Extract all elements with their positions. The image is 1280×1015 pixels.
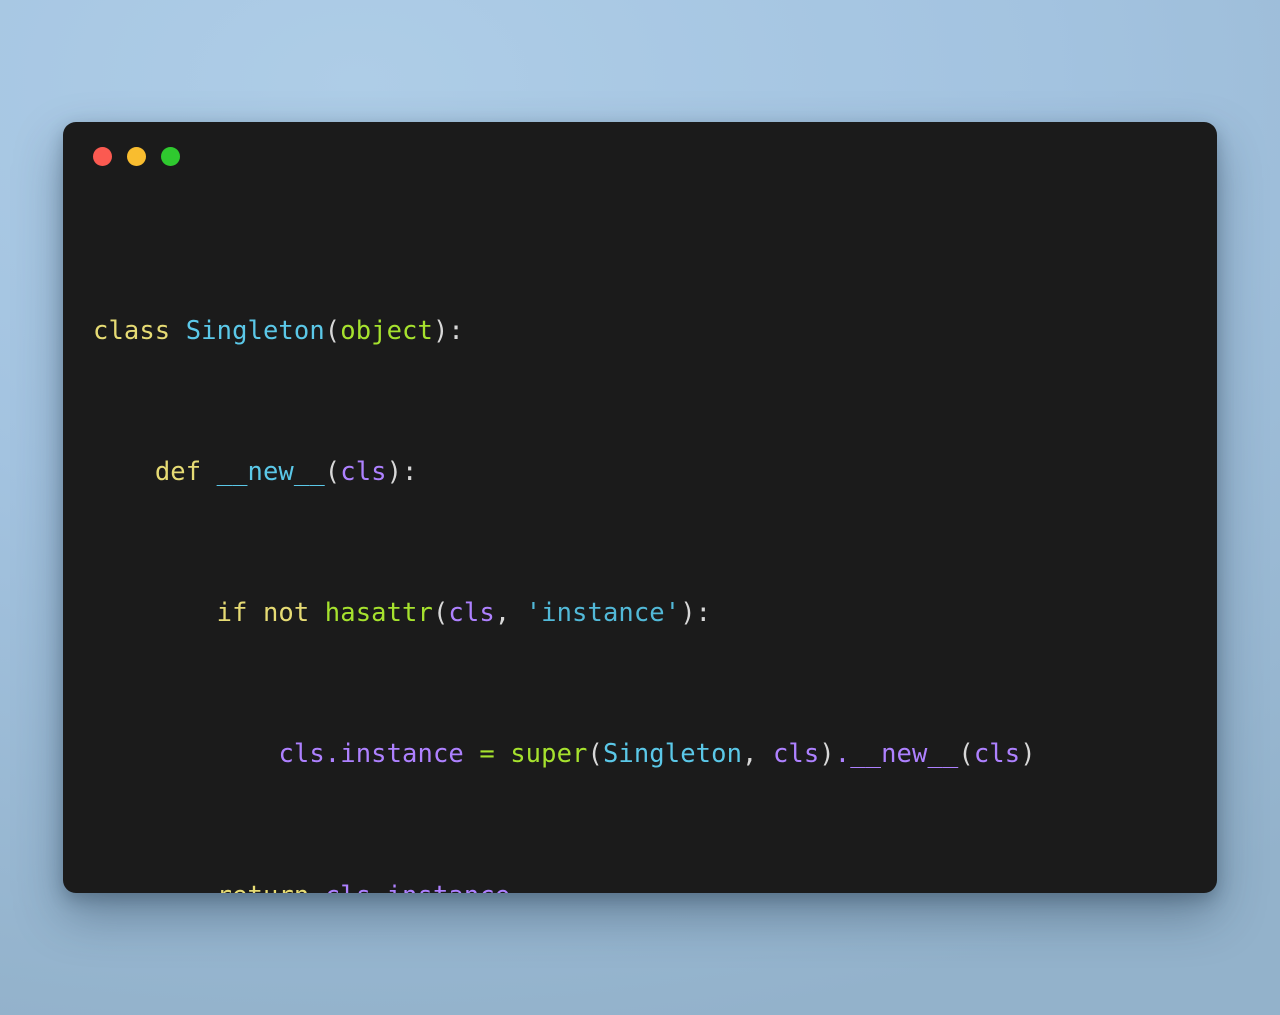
string-instance: 'instance' (525, 598, 681, 629)
paren-open: ( (432, 598, 449, 629)
arg-cls: cls (448, 598, 495, 629)
keyword-class: class (93, 315, 171, 346)
arg-singleton: Singleton (602, 739, 743, 770)
function-hasattr: hasattr (324, 598, 433, 629)
paren-close: ) (819, 739, 835, 770)
param-cls: cls (340, 457, 387, 488)
arg-cls: cls (772, 739, 820, 770)
code-line: if not hasattr(cls, 'instance'): (93, 596, 1199, 631)
arg-cls: cls (973, 739, 1021, 770)
paren-open: ( (324, 315, 341, 346)
base-class-object: object (340, 315, 433, 346)
code-line: def __new__(cls): (93, 455, 1199, 490)
operator-assign: = (479, 739, 495, 770)
class-name-singleton: Singleton (185, 315, 325, 346)
attribute-cls-instance: cls.instance (325, 881, 510, 893)
keyword-return: return (217, 881, 310, 893)
code-line: cls.instance = super(Singleton, cls).__n… (93, 737, 1199, 772)
comma: , (742, 739, 773, 770)
paren-open: ( (587, 739, 603, 770)
minimize-window-button[interactable] (127, 147, 146, 166)
close-window-button[interactable] (93, 147, 112, 166)
code-line: class Singleton(object): (93, 314, 1199, 349)
window-controls (93, 147, 180, 166)
keyword-not: not (262, 598, 310, 629)
paren-close-colon: ): (386, 457, 418, 488)
paren-close: ) (1020, 739, 1036, 770)
comma: , (494, 598, 526, 629)
paren-close-colon: ): (680, 598, 712, 629)
method-name-new: __new__ (216, 457, 325, 488)
keyword-def: def (154, 457, 202, 488)
function-super: super (510, 739, 588, 770)
code-line: return cls.instance (93, 879, 1199, 893)
paren-open: ( (958, 739, 974, 770)
attribute-cls-instance: cls.instance (278, 739, 464, 770)
keyword-if: if (216, 598, 248, 629)
paren-close-colon: ): (432, 315, 464, 346)
paren-open: ( (324, 457, 341, 488)
maximize-window-button[interactable] (161, 147, 180, 166)
code-block: class Singleton(object): def __new__(cls… (93, 208, 1199, 893)
attribute-dunder-new: .__new__ (834, 739, 959, 770)
code-snippet-card: class Singleton(object): def __new__(cls… (63, 122, 1217, 893)
